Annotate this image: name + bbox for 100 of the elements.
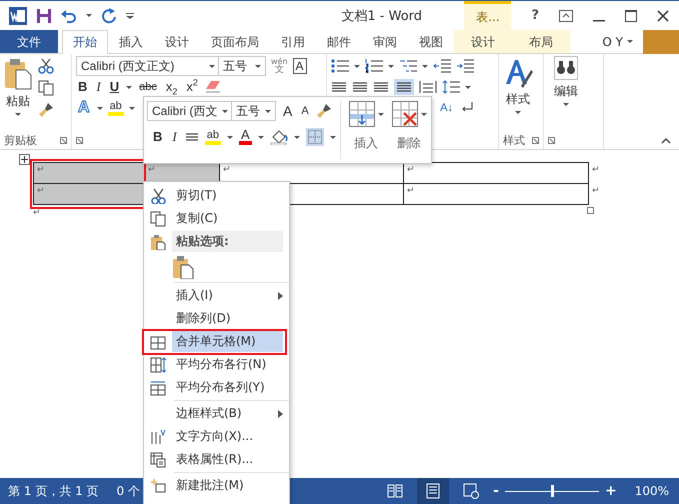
font-name-field[interactable]: Calibri (西文正文): [76, 56, 220, 76]
ribbon-tab[interactable]: 设计: [154, 30, 200, 53]
dialog-launcher-icon[interactable]: [532, 136, 539, 144]
table-move-handle-icon[interactable]: [19, 154, 30, 165]
avatar-photo[interactable]: [643, 30, 679, 54]
sort-button[interactable]: A↓: [438, 100, 455, 116]
bold-button[interactable]: B: [151, 129, 164, 145]
view-button[interactable]: [417, 478, 450, 504]
font-size-field[interactable]: 五号: [231, 101, 276, 121]
caret-icon[interactable]: [128, 106, 135, 110]
ribbon-tab[interactable]: 引用: [270, 30, 316, 53]
align-left-icon[interactable]: [331, 81, 347, 93]
close-icon[interactable]: [657, 10, 669, 22]
shading-icon[interactable]: [270, 129, 288, 145]
ribbon-tab[interactable]: 开始: [62, 30, 108, 54]
word-logo-icon[interactable]: [9, 6, 27, 24]
underline-button[interactable]: U: [108, 79, 122, 95]
caret-icon[interactable]: [294, 136, 300, 138]
ribbon-tab[interactable]: 布局: [512, 30, 570, 53]
editing-button[interactable]: 编辑: [548, 56, 584, 131]
italic-button[interactable]: I: [170, 129, 179, 145]
dialog-launcher-icon[interactable]: [548, 136, 555, 144]
maximize-icon[interactable]: [625, 10, 637, 22]
line-spacing-icon[interactable]: [442, 80, 460, 94]
center-align-icon[interactable]: [184, 132, 199, 142]
ribbon-display-icon[interactable]: [559, 10, 573, 22]
file-tab[interactable]: 文件: [0, 30, 58, 53]
multilevel-list-icon[interactable]: [399, 59, 417, 73]
font-color-button[interactable]: A: [238, 129, 252, 145]
styles-button[interactable]: 样式: [503, 56, 533, 131]
menu-item[interactable]: 插入(I): [172, 285, 274, 306]
menu-item[interactable]: 合并单元格(M): [172, 331, 283, 352]
caret-icon[interactable]: [422, 64, 428, 68]
bullets-icon[interactable]: [331, 59, 349, 73]
caret-icon[interactable]: [86, 14, 92, 17]
caret-icon[interactable]: [354, 64, 360, 68]
dialog-launcher-icon[interactable]: [60, 136, 67, 144]
ribbon-tab[interactable]: 邮件: [316, 30, 362, 53]
caret-icon[interactable]: [226, 136, 233, 138]
increase-indent-icon[interactable]: [456, 59, 474, 73]
customize-caret-icon[interactable]: [126, 12, 134, 18]
menu-item[interactable]: 边框样式(B): [172, 403, 274, 424]
delete-button[interactable]: 删除: [392, 101, 427, 159]
shrink-font-button[interactable]: A: [299, 103, 311, 119]
caret-icon[interactable]: [258, 136, 264, 138]
highlight-button[interactable]: ab: [204, 129, 221, 145]
menu-item[interactable]: 剪切(T): [172, 185, 283, 206]
character-border-button[interactable]: A: [292, 58, 307, 74]
decrease-indent-icon[interactable]: [433, 59, 451, 73]
copy-icon[interactable]: [38, 80, 54, 96]
caret-icon[interactable]: [465, 86, 471, 88]
undo-icon[interactable]: [61, 8, 77, 22]
paste-keep-formatting-icon[interactable]: [172, 255, 194, 279]
table-resize-handle[interactable]: [587, 207, 594, 214]
italic-button[interactable]: I: [94, 79, 103, 95]
align-right-icon[interactable]: [373, 81, 389, 93]
collapse-ribbon-icon[interactable]: [661, 138, 671, 144]
menu-item[interactable]: 表格属性(R)...: [172, 449, 283, 470]
scissors-icon[interactable]: [38, 58, 54, 74]
paintbrush-icon[interactable]: [38, 102, 54, 118]
menu-item[interactable]: 文字方向(X)...: [172, 426, 283, 447]
menu-item[interactable]: 复制(C): [172, 208, 283, 229]
insert-button[interactable]: 插入: [348, 101, 384, 159]
dialog-launcher-icon[interactable]: [76, 136, 83, 144]
strikethrough-button[interactable]: abc: [137, 79, 159, 95]
grow-font-button[interactable]: A: [281, 103, 294, 119]
caret-icon[interactable]: [388, 64, 394, 68]
ribbon-tab[interactable]: 设计: [454, 30, 512, 53]
text-effects-button[interactable]: A: [76, 100, 92, 116]
subscript-button[interactable]: x$_{2}$: [164, 79, 180, 95]
caret-icon[interactable]: [126, 86, 132, 88]
menu-item[interactable]: 平均分布各列(Y): [172, 377, 283, 398]
zoom-level[interactable]: 100%: [634, 484, 669, 498]
phonetic-guide-button[interactable]: wén 文: [271, 57, 288, 75]
bold-button[interactable]: B: [76, 79, 90, 95]
caret-icon[interactable]: [330, 136, 336, 138]
menu-item[interactable]: 新建批注(M): [172, 475, 283, 496]
menu-item[interactable]: 删除列(D): [172, 308, 283, 329]
zoom-out-button[interactable]: -: [493, 483, 499, 499]
font-name-field[interactable]: Calibri (西文: [147, 101, 233, 121]
borders-button[interactable]: [306, 128, 324, 146]
caret-icon[interactable]: [627, 40, 633, 43]
eraser-icon[interactable]: [204, 80, 221, 94]
paintbrush-icon[interactable]: [316, 103, 332, 119]
redo-icon[interactable]: [101, 8, 117, 24]
table-cell[interactable]: ↵: [404, 184, 588, 204]
ribbon-tab[interactable]: 页面布局: [200, 30, 270, 53]
ribbon-tab[interactable]: 插入: [108, 30, 154, 53]
font-size-field[interactable]: 五号: [218, 56, 266, 76]
align-center-icon[interactable]: [352, 81, 368, 93]
ribbon-tab[interactable]: 视图: [408, 30, 454, 53]
ribbon-tab[interactable]: 审阅: [362, 30, 408, 53]
zoom-in-button[interactable]: +: [604, 483, 617, 499]
caret-icon[interactable]: [96, 106, 103, 110]
justify-button[interactable]: [394, 79, 414, 95]
distributed-icon[interactable]: [419, 80, 437, 94]
menu-item[interactable]: 平均分布各行(N): [172, 354, 283, 375]
highlight-button[interactable]: ab: [108, 100, 124, 116]
help-button[interactable]: ?: [531, 8, 539, 23]
zoom-slider-thumb[interactable]: [550, 485, 554, 497]
